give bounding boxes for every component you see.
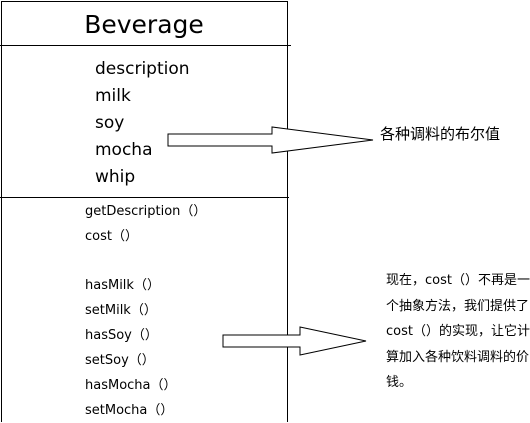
arrow-to-attributes	[167, 126, 374, 154]
note-line: cost（）的实现，让它计	[386, 324, 530, 339]
note-boolean-flags: 各种调料的布尔值	[380, 125, 501, 143]
note-line: 算加入各种饮料调料的价	[386, 349, 530, 365]
note-line: 个抽象方法，我们提供了	[386, 298, 530, 314]
note-line: 现在，cost（）不再是一	[386, 273, 530, 288]
arrow-to-methods	[222, 326, 367, 356]
note-cost-implementation: 现在，cost（）不再是一 个抽象方法，我们提供了 cost（）的实现，让它计 …	[386, 268, 530, 396]
note-line: 钱。	[386, 375, 413, 390]
